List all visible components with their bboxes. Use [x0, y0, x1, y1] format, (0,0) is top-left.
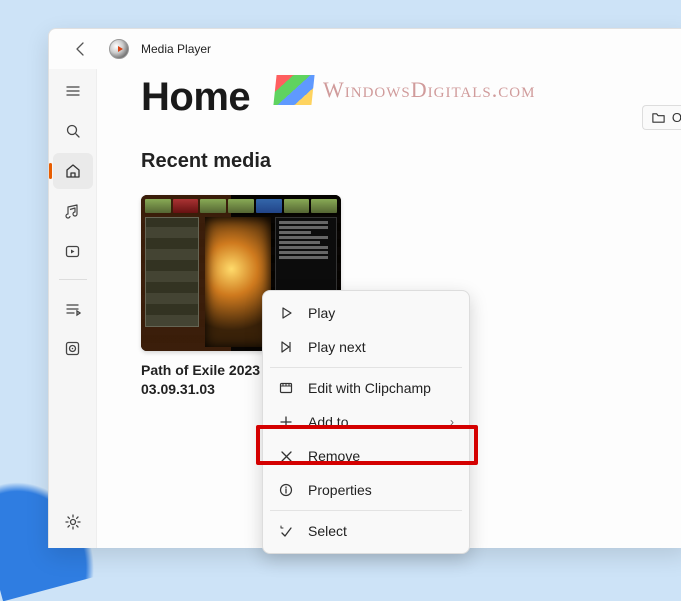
queue-icon: [64, 300, 81, 317]
video-icon: [64, 243, 81, 260]
search-icon: [65, 123, 81, 139]
open-folder-button[interactable]: O: [642, 105, 681, 130]
search-button[interactable]: [53, 113, 93, 149]
ctx-label: Edit with Clipchamp: [308, 380, 431, 396]
sidebar-item-queue[interactable]: [53, 290, 93, 326]
back-button[interactable]: [65, 33, 97, 65]
ctx-edit-clipchamp[interactable]: Edit with Clipchamp: [268, 371, 464, 405]
open-folder-label: O: [672, 110, 681, 125]
section-title-recent: Recent media: [141, 150, 681, 173]
arrow-left-icon: [73, 41, 89, 57]
play-next-icon: [278, 339, 294, 355]
chevron-right-icon: ›: [450, 415, 454, 429]
settings-button[interactable]: [53, 504, 93, 540]
ctx-remove[interactable]: Remove: [268, 439, 464, 473]
sidebar: [49, 69, 97, 548]
info-icon: [278, 482, 294, 498]
ctx-label: Properties: [308, 482, 372, 498]
page-title: Home: [141, 75, 681, 120]
disc-icon: [64, 340, 81, 357]
sidebar-item-music[interactable]: [53, 193, 93, 229]
menu-icon: [65, 83, 81, 99]
home-icon: [64, 162, 82, 180]
music-icon: [64, 203, 81, 220]
context-menu: Play Play next Edit with Clipchamp Add t…: [262, 290, 470, 554]
plus-icon: [278, 414, 294, 430]
sidebar-item-home[interactable]: [53, 153, 93, 189]
ctx-label: Add to: [308, 414, 348, 430]
clipchamp-icon: [278, 380, 294, 396]
ctx-select[interactable]: Select: [268, 514, 464, 548]
sidebar-item-playlists[interactable]: [53, 330, 93, 366]
ctx-label: Play next: [308, 339, 366, 355]
app-title: Media Player: [141, 42, 211, 56]
ctx-add-to[interactable]: Add to ›: [268, 405, 464, 439]
app-icon: [109, 39, 129, 59]
ctx-play-next[interactable]: Play next: [268, 330, 464, 364]
ctx-label: Select: [308, 523, 347, 539]
folder-icon: [651, 110, 666, 125]
ctx-label: Play: [308, 305, 335, 321]
gear-icon: [64, 513, 82, 531]
ctx-play[interactable]: Play: [268, 296, 464, 330]
ctx-label: Remove: [308, 448, 360, 464]
hamburger-button[interactable]: [53, 73, 93, 109]
play-icon: [278, 305, 294, 321]
close-icon: [278, 448, 294, 464]
sidebar-item-video[interactable]: [53, 233, 93, 269]
titlebar: Media Player: [49, 29, 681, 69]
select-icon: [278, 523, 294, 539]
ctx-properties[interactable]: Properties: [268, 473, 464, 507]
